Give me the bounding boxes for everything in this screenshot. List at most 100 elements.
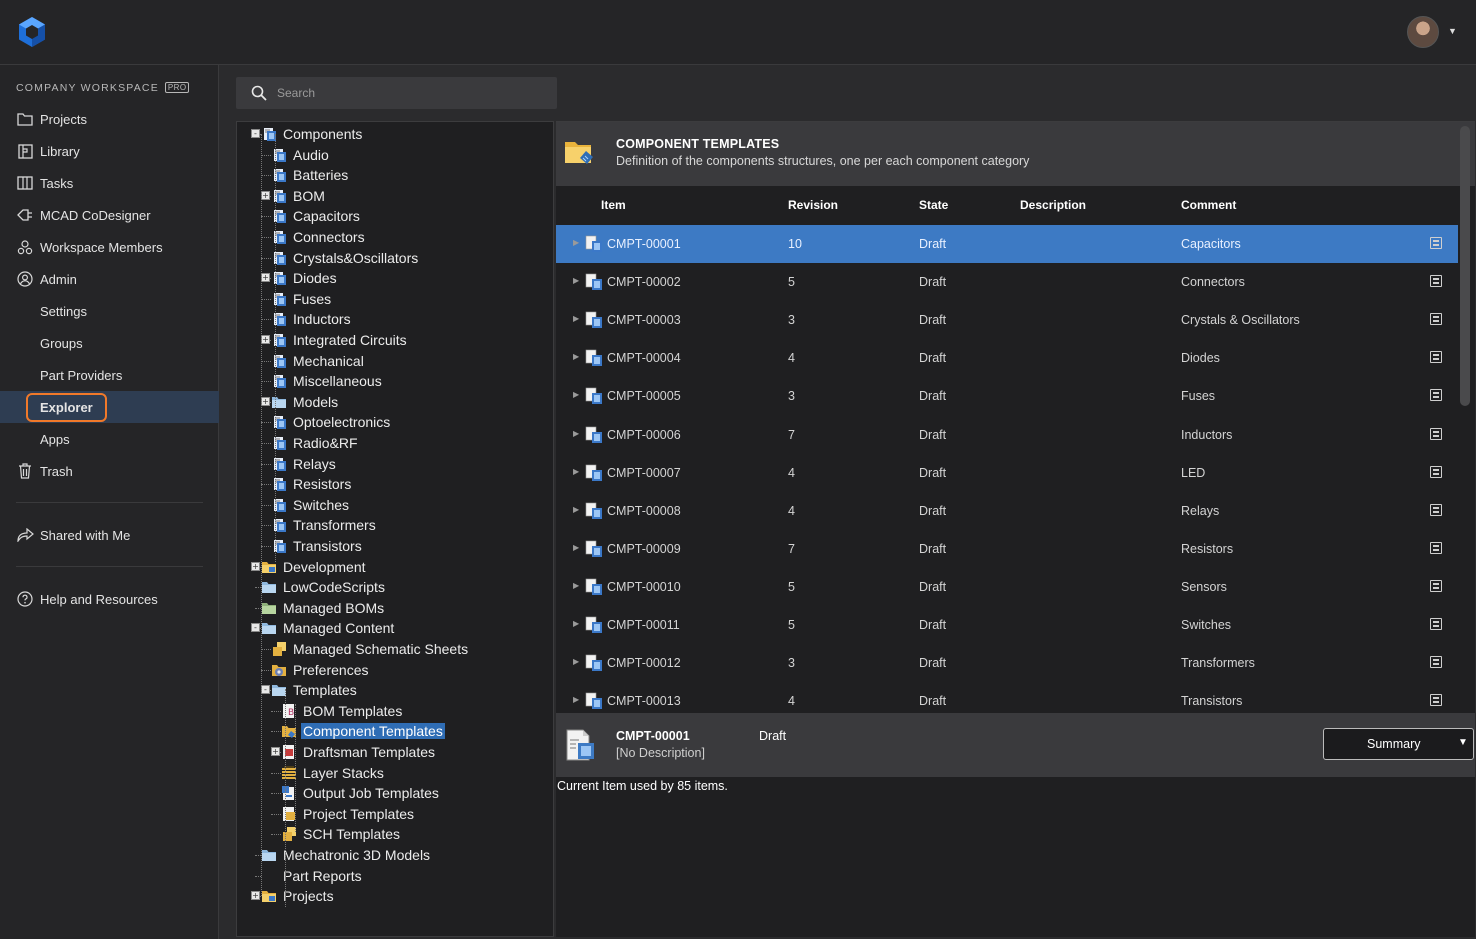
table-row[interactable]: ▶ CMPT-00010 5 Draft Sensors xyxy=(556,568,1458,606)
expand-row-icon[interactable]: ▶ xyxy=(573,543,579,552)
item-details-icon[interactable] xyxy=(1430,503,1442,516)
tree-item-draftsman-templates[interactable]: Draftsman Templates xyxy=(281,742,437,762)
tree-item-integrated-circuits[interactable]: Integrated Circuits xyxy=(271,330,409,350)
expand-row-icon[interactable]: ▶ xyxy=(573,390,579,399)
chevron-down-icon[interactable]: ▼ xyxy=(1448,26,1457,36)
tree-item-managed-schematic-sheets[interactable]: Managed Schematic Sheets xyxy=(271,639,470,659)
tree-item-capacitors[interactable]: Capacitors xyxy=(271,206,362,226)
collapse-icon[interactable]: - xyxy=(251,623,260,633)
expand-row-icon[interactable]: ▶ xyxy=(573,429,579,438)
tree-item-fuses[interactable]: Fuses xyxy=(271,289,333,309)
tree-item-managed-boms[interactable]: Managed BOMs xyxy=(261,598,386,618)
tree-item-switches[interactable]: Switches xyxy=(271,495,351,515)
tree-item-preferences[interactable]: Preferences xyxy=(271,660,370,680)
item-details-icon[interactable] xyxy=(1430,694,1442,707)
tree-item-connectors[interactable]: Connectors xyxy=(271,227,367,247)
item-details-icon[interactable] xyxy=(1430,275,1442,288)
expand-icon[interactable]: + xyxy=(261,273,270,283)
item-details-icon[interactable] xyxy=(1430,465,1442,478)
expand-row-icon[interactable]: ▶ xyxy=(573,619,579,628)
sidebar-item-admin[interactable]: Admin xyxy=(0,263,219,295)
item-details-icon[interactable] xyxy=(1430,313,1442,326)
expand-icon[interactable]: + xyxy=(261,190,270,200)
sidebar-item-apps[interactable]: Apps xyxy=(0,423,219,455)
expand-icon[interactable]: + xyxy=(261,396,270,406)
item-details-icon[interactable] xyxy=(1430,389,1442,402)
tree-item-layer-stacks[interactable]: Layer Stacks xyxy=(281,763,386,783)
item-details-icon[interactable] xyxy=(1430,237,1442,249)
expand-row-icon[interactable]: ▶ xyxy=(573,276,579,285)
tree-item-inductors[interactable]: Inductors xyxy=(271,309,353,329)
collapse-icon[interactable]: - xyxy=(251,129,260,138)
sidebar-item-settings[interactable]: Settings xyxy=(0,295,219,327)
search-input[interactable] xyxy=(277,86,537,100)
tree-item-bom[interactable]: BOM xyxy=(271,186,327,206)
tree-item-managed-content[interactable]: Managed Content xyxy=(261,618,396,638)
view-select[interactable]: Summary ▼ xyxy=(1323,728,1474,760)
sidebar-item-mcad-codesigner[interactable]: MCAD CoDesigner xyxy=(0,199,219,231)
tree-item-lowcodescripts[interactable]: LowCodeScripts xyxy=(261,577,387,597)
table-scrollbar[interactable] xyxy=(1460,126,1470,406)
tree-item-project-templates[interactable]: Project Templates xyxy=(281,804,416,824)
expand-row-icon[interactable]: ▶ xyxy=(573,314,579,323)
table-row[interactable]: ▶ CMPT-00002 5 Draft Connectors xyxy=(556,263,1458,301)
column-revision[interactable]: Revision xyxy=(788,198,838,212)
sidebar-item-explorer[interactable]: Explorer xyxy=(0,391,219,423)
column-item[interactable]: Item xyxy=(601,198,626,212)
item-details-icon[interactable] xyxy=(1430,351,1442,364)
expand-row-icon[interactable]: ▶ xyxy=(573,238,579,247)
sidebar-item-library[interactable]: Library xyxy=(0,135,219,167)
tree-item-audio[interactable]: Audio xyxy=(271,145,331,165)
sidebar-item-shared-with-me[interactable]: Shared with Me xyxy=(0,519,219,551)
expand-icon[interactable]: + xyxy=(261,335,270,344)
tree-item-mechatronic-3d-models[interactable]: Mechatronic 3D Models xyxy=(261,845,432,865)
collapse-icon[interactable]: - xyxy=(261,685,270,695)
tree-item-part-reports[interactable]: Part Reports xyxy=(261,866,364,886)
sidebar-item-projects[interactable]: Projects xyxy=(0,103,219,135)
table-row[interactable]: ▶ CMPT-00005 3 Draft Fuses xyxy=(556,377,1458,415)
table-row[interactable]: ▶ CMPT-00001 10 Draft Capacitors xyxy=(556,225,1458,263)
altium-365-logo-icon[interactable] xyxy=(16,16,48,48)
tree-item-crystals-oscillators[interactable]: Crystals&Oscillators xyxy=(271,248,420,268)
sidebar-item-workspace-members[interactable]: Workspace Members xyxy=(0,231,219,263)
item-details-icon[interactable] xyxy=(1430,656,1442,669)
table-row[interactable]: ▶ CMPT-00008 4 Draft Relays xyxy=(556,492,1458,530)
column-comment[interactable]: Comment xyxy=(1181,198,1236,212)
tree-item-batteries[interactable]: Batteries xyxy=(271,165,350,185)
table-row[interactable]: ▶ CMPT-00004 4 Draft Diodes xyxy=(556,339,1458,377)
tree-item-miscellaneous[interactable]: Miscellaneous xyxy=(271,371,384,391)
tree-item-resistors[interactable]: Resistors xyxy=(271,474,353,494)
expand-icon[interactable]: + xyxy=(251,561,260,571)
sidebar-item-part-providers[interactable]: Part Providers xyxy=(0,359,219,391)
tree-item-component-templates[interactable]: Component Templates xyxy=(281,721,445,741)
tree-item-bom-templates[interactable]: B BOM Templates xyxy=(281,701,404,721)
item-details-icon[interactable] xyxy=(1430,618,1442,630)
tree-item-optoelectronics[interactable]: Optoelectronics xyxy=(271,412,392,432)
item-details-icon[interactable] xyxy=(1430,579,1442,592)
tree-item-relays[interactable]: Relays xyxy=(271,454,338,474)
tree-item-radio-rf[interactable]: Radio&RF xyxy=(271,433,360,453)
tree-item-diodes[interactable]: Diodes xyxy=(271,268,339,288)
table-row[interactable]: ▶ CMPT-00012 3 Draft Transformers xyxy=(556,644,1458,682)
tree-item-components[interactable]: Components xyxy=(261,124,364,144)
tree-item-output-job-templates[interactable]: Output Job Templates xyxy=(281,783,441,803)
table-row[interactable]: ▶ CMPT-00009 7 Draft Resistors xyxy=(556,530,1458,568)
sidebar-item-tasks[interactable]: Tasks xyxy=(0,167,219,199)
tree-item-models[interactable]: Models xyxy=(271,392,340,412)
tree-item-mechanical[interactable]: Mechanical xyxy=(271,351,366,371)
sidebar-item-groups[interactable]: Groups xyxy=(0,327,219,359)
column-state[interactable]: State xyxy=(919,198,948,212)
expand-row-icon[interactable]: ▶ xyxy=(573,352,579,361)
table-row[interactable]: ▶ CMPT-00006 7 Draft Inductors xyxy=(556,416,1458,454)
table-row[interactable]: ▶ CMPT-00013 4 Draft Transistors xyxy=(556,682,1458,711)
expand-row-icon[interactable]: ▶ xyxy=(573,581,579,590)
table-row[interactable]: ▶ CMPT-00007 4 Draft LED xyxy=(556,454,1458,492)
sidebar-item-help[interactable]: Help and Resources xyxy=(0,583,219,615)
expand-icon[interactable]: + xyxy=(251,891,260,901)
tree-item-projects[interactable]: Projects xyxy=(261,886,336,906)
item-details-icon[interactable] xyxy=(1430,427,1442,440)
table-row[interactable]: ▶ CMPT-00011 5 Draft Switches xyxy=(556,606,1458,644)
tree-item-development[interactable]: Development xyxy=(261,557,368,577)
sidebar-item-trash[interactable]: Trash xyxy=(0,455,219,487)
table-row[interactable]: ▶ CMPT-00003 3 Draft Crystals & Oscillators xyxy=(556,301,1458,339)
